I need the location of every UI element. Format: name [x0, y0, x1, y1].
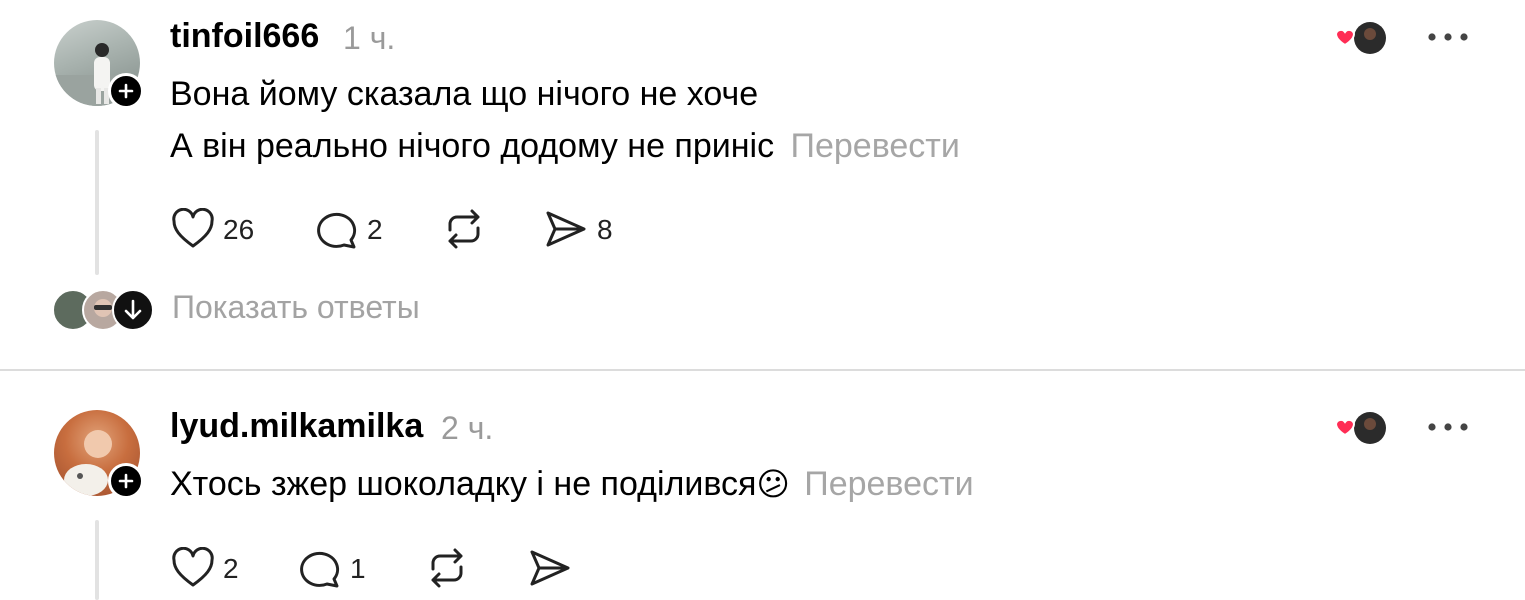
red-heart-icon — [1334, 418, 1356, 437]
translate-link[interactable]: Перевести — [791, 127, 960, 165]
show-replies-link[interactable]: Показать ответы — [172, 289, 420, 326]
repost-icon — [431, 548, 463, 588]
username[interactable]: tinfoil666 — [170, 17, 319, 56]
thread-line — [95, 520, 99, 600]
follow-button[interactable] — [108, 73, 144, 109]
follow-button[interactable] — [108, 463, 144, 499]
comment-text-line-2: А він реально нічого додому не приніс — [170, 127, 775, 165]
reply-count: 1 — [350, 553, 366, 584]
username[interactable]: lyud.milkamilka — [170, 407, 423, 446]
comment-text-line-1: Хтось зжер шоколадку і не поділився — [170, 465, 757, 503]
like-button[interactable] — [171, 547, 215, 589]
reply-button[interactable] — [298, 547, 342, 589]
heart-outline-icon — [172, 208, 214, 248]
like-button[interactable] — [171, 208, 215, 250]
like-count: 2 — [223, 553, 239, 584]
translate-link[interactable]: Перевести — [804, 465, 973, 503]
send-icon — [530, 550, 570, 586]
like-count: 26 — [223, 214, 255, 245]
plus-icon — [118, 473, 134, 489]
comment-text-line-1: Вона йому сказала що нічого не хоче — [170, 75, 759, 113]
more-horizontal-icon — [1428, 33, 1468, 41]
more-options-button[interactable] — [1425, 27, 1471, 47]
creator-liked-indicator — [1332, 20, 1390, 56]
more-options-button[interactable] — [1425, 417, 1471, 437]
share-button[interactable] — [544, 208, 588, 250]
heart-outline-icon — [172, 547, 214, 587]
share-count: 8 — [597, 214, 613, 245]
thread-line — [95, 130, 99, 275]
repost-button[interactable] — [442, 208, 486, 250]
red-heart-icon — [1334, 28, 1356, 47]
plus-icon — [118, 83, 134, 99]
comment-bubble-icon — [317, 212, 357, 249]
expand-replies-icon — [112, 289, 154, 331]
repost-icon — [448, 209, 480, 249]
creator-liked-indicator — [1332, 410, 1390, 446]
reply-button[interactable] — [315, 208, 359, 250]
send-icon — [546, 211, 586, 247]
reply-count: 2 — [367, 214, 383, 245]
timestamp[interactable]: 2 ч. — [441, 410, 493, 447]
confused-emoji: 😕 — [756, 466, 790, 502]
more-horizontal-icon — [1428, 423, 1468, 431]
divider — [0, 369, 1525, 371]
comment-bubble-icon — [300, 551, 340, 588]
reply-avatars[interactable] — [52, 288, 154, 331]
repost-button[interactable] — [425, 547, 469, 589]
share-button[interactable] — [528, 547, 572, 589]
timestamp[interactable]: 1 ч. — [343, 20, 395, 57]
